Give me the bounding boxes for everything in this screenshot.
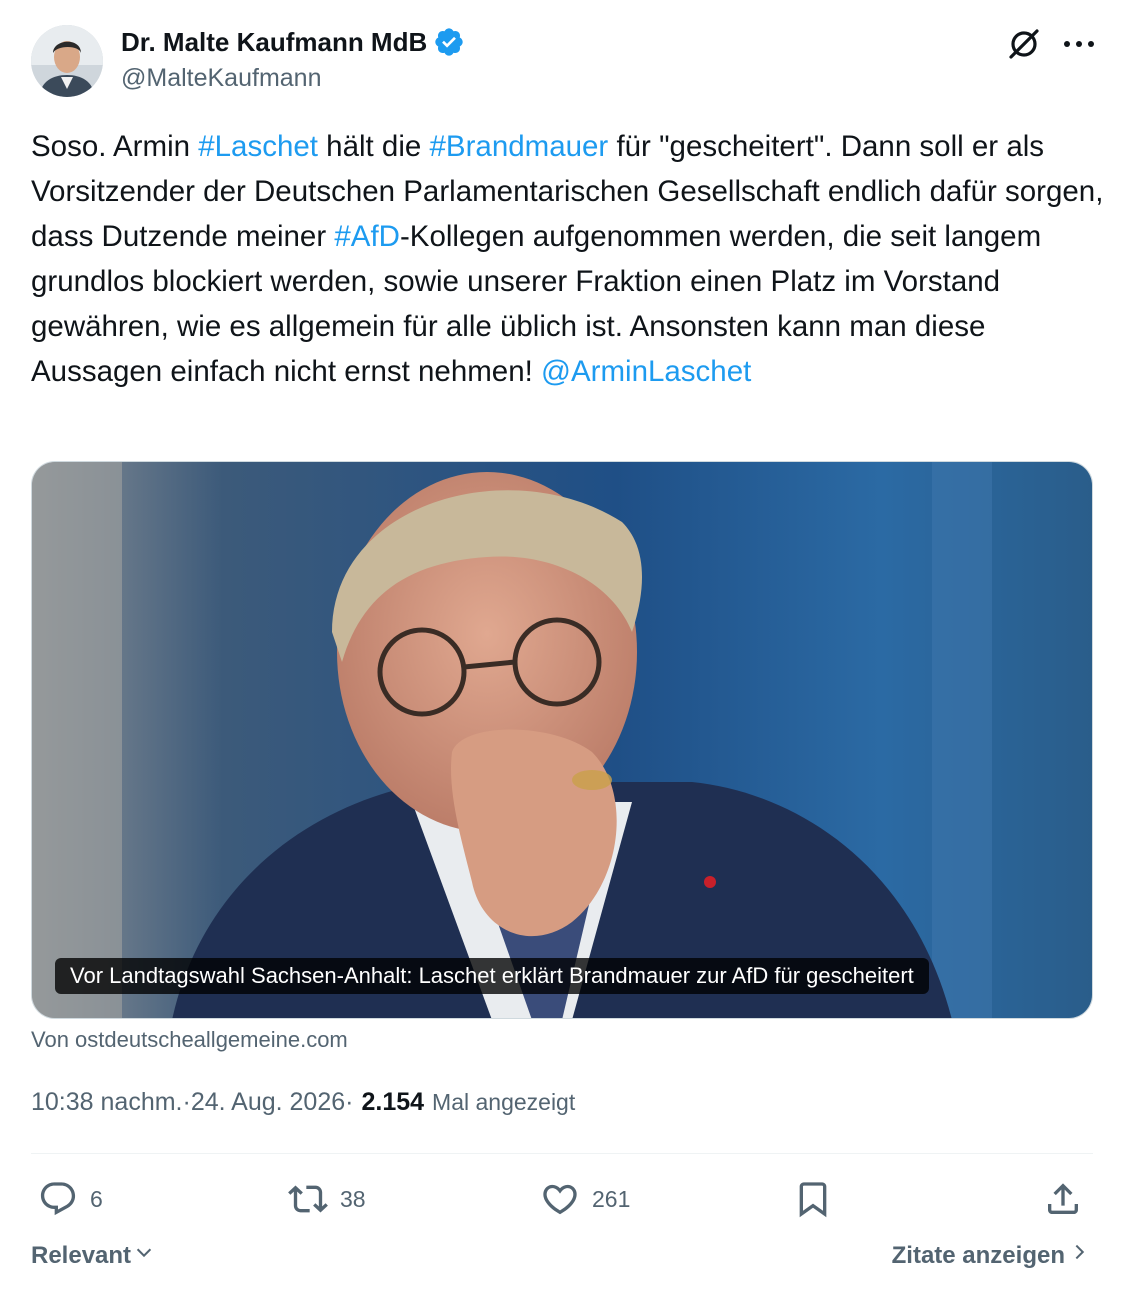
tweet-text: Soso. Armin #Laschet hält die #Brandmaue… bbox=[31, 124, 1106, 394]
repost-icon bbox=[288, 1179, 328, 1219]
avatar-image bbox=[31, 25, 103, 97]
reply-button[interactable]: 6 bbox=[38, 1177, 103, 1221]
repost-button[interactable]: 38 bbox=[288, 1177, 366, 1221]
bookmark-button[interactable] bbox=[793, 1177, 833, 1221]
relevant-label: Relevant bbox=[31, 1241, 132, 1269]
hashtag-link[interactable]: #AfD bbox=[334, 220, 400, 253]
card-caption: Vor Landtagswahl Sachsen-Anhalt: Laschet… bbox=[55, 958, 929, 994]
repost-count: 38 bbox=[340, 1185, 366, 1212]
reply-icon bbox=[38, 1179, 78, 1219]
share-icon bbox=[1043, 1179, 1083, 1219]
share-button[interactable] bbox=[1043, 1177, 1083, 1221]
verified-badge-icon[interactable] bbox=[433, 26, 465, 58]
meta-separator: · bbox=[182, 1088, 191, 1116]
views-label: Mal angezeigt bbox=[432, 1089, 576, 1115]
view-quotes-link[interactable]: Zitate anzeigen bbox=[892, 1241, 1089, 1270]
author-avatar[interactable] bbox=[31, 25, 103, 97]
heart-icon bbox=[540, 1179, 580, 1219]
card-photo bbox=[32, 462, 1092, 1018]
tweet-date[interactable]: 24. Aug. 2026 bbox=[191, 1088, 345, 1117]
hashtag-link[interactable]: #Laschet bbox=[198, 130, 318, 163]
author-handle[interactable]: @MalteKaufmann bbox=[121, 64, 465, 93]
tweet-header: Dr. Malte Kaufmann MdB @MalteKaufmann bbox=[31, 22, 1094, 100]
mention-link[interactable]: @ArminLaschet bbox=[541, 355, 751, 388]
hashtag-link[interactable]: #Brandmauer bbox=[430, 130, 609, 163]
chevron-down-icon bbox=[133, 1241, 155, 1270]
sort-relevant-dropdown[interactable]: Relevant bbox=[31, 1241, 155, 1270]
grok-icon[interactable] bbox=[1004, 24, 1044, 64]
like-count: 261 bbox=[592, 1185, 631, 1212]
bookmark-icon bbox=[793, 1179, 833, 1219]
views-count: 2.154 bbox=[361, 1088, 425, 1116]
link-card[interactable]: Vor Landtagswahl Sachsen-Anhalt: Laschet… bbox=[31, 461, 1093, 1019]
display-name[interactable]: Dr. Malte Kaufmann MdB bbox=[121, 27, 427, 58]
author-names: Dr. Malte Kaufmann MdB @MalteKaufmann bbox=[121, 24, 465, 93]
like-button[interactable]: 261 bbox=[540, 1177, 630, 1221]
meta-separator: · bbox=[345, 1088, 354, 1116]
chevron-right-icon bbox=[1071, 1241, 1089, 1270]
reply-count: 6 bbox=[90, 1185, 103, 1212]
tweet-time[interactable]: 10:38 nachm. bbox=[31, 1088, 183, 1117]
divider bbox=[31, 1153, 1093, 1154]
display-name-row: Dr. Malte Kaufmann MdB bbox=[121, 24, 465, 60]
tweet-text-segment: Soso. Armin bbox=[31, 130, 199, 163]
more-options-icon[interactable] bbox=[1059, 24, 1099, 64]
tweet-text-segment: hält die bbox=[317, 130, 430, 163]
quotes-label: Zitate anzeigen bbox=[891, 1241, 1065, 1269]
card-source[interactable]: Von ostdeutscheallgemeine.com bbox=[31, 1027, 348, 1053]
tweet-meta: 10:38 nachm. · 24. Aug. 2026 · 2.154 Mal… bbox=[31, 1088, 575, 1117]
